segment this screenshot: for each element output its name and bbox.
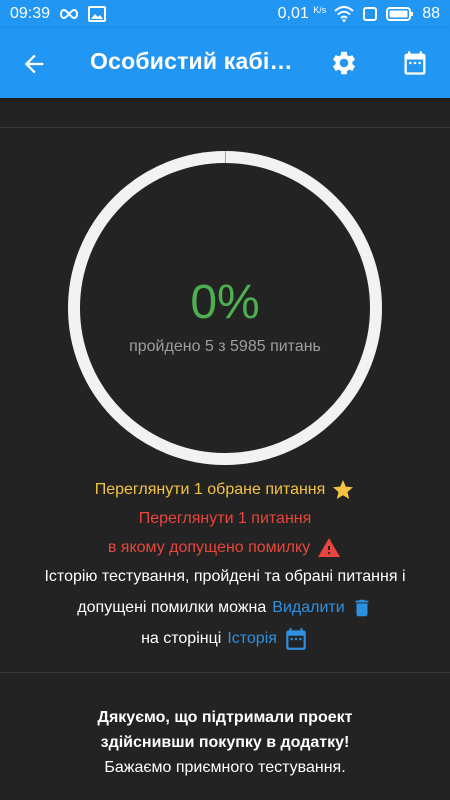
battery-level: 88: [422, 5, 440, 22]
divider-bottom: [0, 672, 450, 673]
progress-ring: 0% пройдено 5 з 5985 питань: [67, 150, 383, 466]
history-text-2: допущені помилки можна: [77, 599, 267, 616]
progress-percent: 0%: [190, 276, 260, 329]
battery-icon: [386, 6, 414, 22]
errors-link-line2[interactable]: в якому допущено помилку: [0, 536, 450, 560]
errors-label-line1: Переглянути 1 питання: [138, 510, 312, 527]
thanks-message: Дякуємо, що підтримали проект здійснивши…: [0, 705, 450, 780]
favorites-link[interactable]: Переглянути 1 обране питання: [0, 478, 450, 502]
infinity-icon: [58, 8, 80, 20]
status-time: 09:39: [10, 5, 51, 22]
image-icon: [88, 6, 107, 22]
arrow-back-icon: [24, 54, 44, 74]
network-rate-value: 0,01: [277, 5, 309, 22]
errors-link-line1[interactable]: Переглянути 1 питання: [0, 510, 450, 528]
wifi-icon: [334, 6, 354, 22]
sim-icon: [362, 6, 378, 22]
history-text-line3: на сторінці Історія: [0, 626, 450, 652]
status-bar: 09:39 0,01 K/s 88: [0, 0, 450, 28]
calendar-button[interactable]: [401, 49, 429, 77]
divider-top: [0, 127, 450, 128]
thanks-line2: здійснивши покупку в додатку!: [100, 734, 350, 751]
history-text-3: на сторінці: [141, 630, 222, 647]
history-text-1: Історію тестування, пройдені та обрані п…: [44, 568, 406, 585]
history-link[interactable]: Історія: [227, 630, 277, 648]
star-icon: [333, 480, 354, 499]
thanks-line3: Бажаємо приємного тестування.: [104, 759, 346, 776]
back-button[interactable]: [20, 50, 48, 78]
favorites-label: Переглянути 1 обране питання: [94, 481, 326, 498]
thanks-line1: Дякуємо, що підтримали проект: [97, 709, 353, 726]
errors-label-line2: в якому допущено помилку: [107, 539, 311, 556]
history-text-line2: допущені помилки можна Видалити: [0, 596, 450, 620]
app-bar: Особистий кабі…: [0, 28, 450, 98]
history-text-line1: Історію тестування, пройдені та обрані п…: [0, 568, 450, 586]
progress-passed-text: пройдено 5 з 5985 питань: [129, 338, 321, 355]
page-title: Особистий кабі…: [90, 48, 293, 74]
network-rate: 0,01 K/s: [278, 5, 327, 23]
calendar-icon[interactable]: [283, 626, 309, 652]
delete-link[interactable]: Видалити: [272, 599, 344, 617]
calendar-icon: [404, 51, 426, 75]
warning-icon: [318, 538, 341, 557]
trash-icon[interactable]: [351, 596, 373, 620]
gear-icon: [333, 51, 355, 75]
network-rate-unit: K/s: [313, 5, 327, 15]
settings-button[interactable]: [330, 49, 358, 77]
